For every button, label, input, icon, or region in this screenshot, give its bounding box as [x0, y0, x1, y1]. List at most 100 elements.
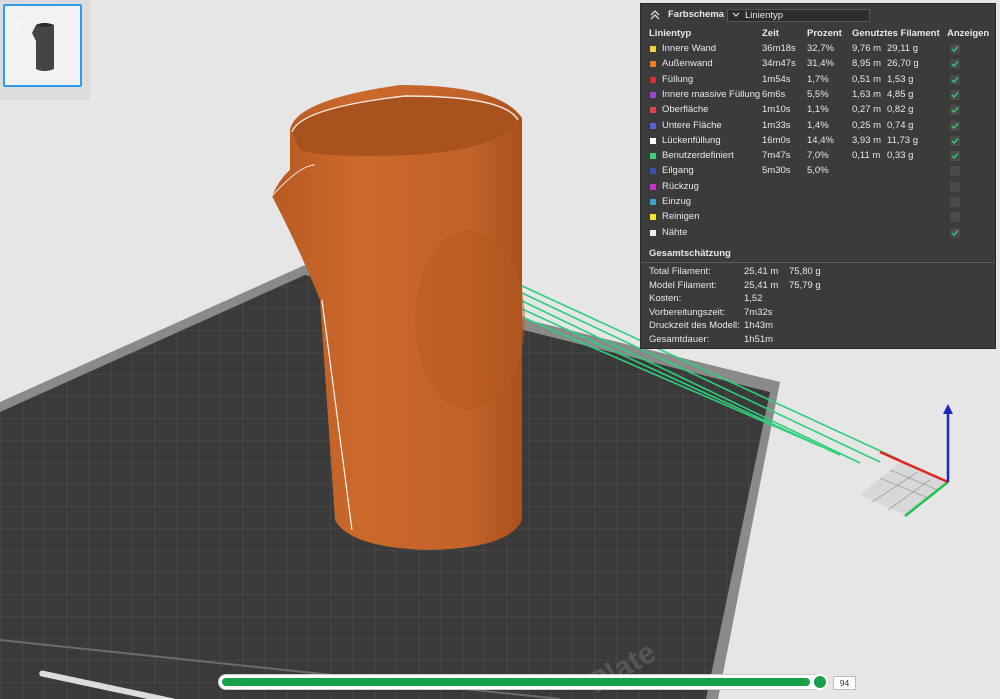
summary-value-1: 7m32s [744, 306, 773, 318]
linetype-grams: 0,82 g [887, 104, 914, 116]
linetype-time: 5m30s [762, 165, 791, 177]
summary-value-1: 1h51m [744, 334, 774, 345]
linetype-meters: 0,51 m [852, 73, 882, 85]
linetype-percent: 14,4% [807, 134, 834, 146]
color-swatch [650, 122, 656, 129]
linetype-name: Innere massive Füllung [662, 88, 761, 100]
linetype-grams: 4,85 g [887, 88, 914, 100]
summary-label: Gesamtdauer: [649, 334, 710, 345]
show-checkbox[interactable] [950, 105, 960, 116]
show-checkbox[interactable] [950, 74, 960, 85]
checkmark-icon [951, 122, 959, 129]
summary-value-1: 25,41 m [744, 279, 779, 291]
linetype-percent: 1,4% [807, 119, 829, 131]
color-swatch [650, 183, 656, 190]
show-checkbox[interactable] [950, 212, 960, 223]
linetype-grams: 0,74 g [887, 119, 914, 131]
linetype-time: 34m47s [762, 58, 796, 70]
checkmark-icon [951, 76, 959, 83]
thumbnail-model-icon [32, 23, 54, 71]
linetype-percent: 32,7% [807, 43, 834, 54]
summary-value-2: 75,79 g [789, 279, 821, 291]
color-swatch [650, 214, 656, 221]
linetype-grams: 26,70 g [887, 58, 919, 70]
linetype-time: 36m18s [762, 43, 796, 54]
color-scheme-dropdown[interactable]: Linientyp [727, 9, 870, 22]
linetype-time: 1m54s [762, 73, 791, 85]
legend-row: Innere Wand 36m18s 32,7% 9,76 m 29,11 g [641, 42, 995, 57]
summary-value-1: 1,52 [744, 293, 763, 305]
linetype-name: Einzug [662, 196, 692, 207]
linetype-name: Untere Fläche [662, 119, 722, 131]
legend-row: Untere Fläche 1m33s 1,4% 0,25 m 0,74 g [641, 119, 995, 134]
color-swatch [650, 153, 656, 160]
color-swatch [650, 76, 656, 83]
layer-slider-value: 94 [833, 676, 856, 690]
show-checkbox[interactable] [950, 151, 960, 162]
linetype-percent: 1,7% [807, 73, 829, 85]
color-swatch [650, 46, 656, 52]
color-swatch [650, 199, 656, 205]
linetype-grams: 29,11 g [887, 43, 918, 54]
linetype-name: Reinigen [662, 211, 700, 223]
checkmark-icon [951, 46, 959, 53]
summary-value-2: 75,80 g [789, 266, 821, 277]
linetype-name: Lückenfüllung [662, 134, 721, 146]
legend-row: Füllung 1m54s 1,7% 0,51 m 1,53 g [641, 73, 995, 88]
summary-divider [641, 262, 995, 263]
plate-thumbnail[interactable]: 1 [3, 4, 82, 87]
legend-row: Oberfläche 1m10s 1,1% 0,27 m 0,82 g [641, 103, 995, 118]
linetype-time: 1m33s [762, 119, 791, 131]
legend-row: Eilgang 5m30s 5,0% [641, 164, 995, 179]
summary-label: Druckzeit des Modell: [649, 320, 740, 332]
color-swatch [650, 229, 656, 236]
legend-row: Rückzug [641, 180, 995, 195]
linetype-meters: 3,93 m [852, 134, 882, 146]
linetype-meters: 9,76 m [852, 43, 882, 54]
show-checkbox[interactable] [950, 135, 960, 146]
linetype-name: Außenwand [662, 58, 713, 70]
show-checkbox[interactable] [950, 59, 960, 70]
checkmark-icon [951, 153, 959, 160]
linetype-meters: 8,95 m [852, 58, 882, 70]
color-swatch [650, 107, 656, 114]
summary-value-1: 25,41 m [744, 266, 779, 277]
color-scheme-title: Farbschema [668, 9, 724, 20]
color-swatch [650, 168, 656, 175]
color-swatch [650, 61, 656, 68]
col-header-percent: Prozent [807, 28, 842, 39]
show-checkbox[interactable] [950, 89, 960, 100]
linetype-percent: 5,5% [807, 88, 829, 100]
linetype-percent: 31,4% [807, 58, 834, 70]
show-checkbox[interactable] [950, 181, 960, 192]
show-checkbox[interactable] [950, 166, 960, 177]
linetype-percent: 1,1% [807, 104, 829, 116]
checkmark-icon [951, 137, 959, 144]
linetype-time: 7m47s [762, 150, 791, 162]
summary-title: Gesamtschätzung [649, 248, 731, 259]
linetype-grams: 11,73 g [887, 134, 918, 146]
summary-value-1: 1h43m [744, 320, 774, 332]
show-checkbox[interactable] [950, 197, 960, 207]
col-header-linetype: Linientyp [649, 28, 692, 39]
legend-panel: Farbschema Linientyp Linientyp Zeit Proz… [640, 3, 996, 349]
summary-row: Gesamtdauer: 1h51m [641, 333, 995, 348]
linetype-meters: 0,27 m [852, 104, 882, 116]
show-checkbox[interactable] [950, 227, 960, 238]
linetype-grams: 1,53 g [887, 73, 914, 85]
summary-label: Kosten: [649, 293, 682, 305]
linetype-time: 1m10s [762, 104, 791, 116]
layer-slider-track[interactable] [218, 674, 827, 690]
summary-label: Vorbereitungszeit: [649, 306, 726, 318]
legend-row: Benutzerdefiniert 7m47s 7,0% 0,11 m 0,33 g [641, 149, 995, 164]
linetype-time: 16m0s [762, 134, 791, 146]
legend-row: Nähte [641, 226, 995, 241]
color-scheme-value: Linientyp [745, 10, 784, 21]
show-checkbox[interactable] [950, 44, 960, 54]
chevron-down-icon [732, 12, 740, 17]
collapse-icon[interactable] [649, 9, 661, 21]
layer-slider-handle[interactable] [812, 674, 828, 690]
show-checkbox[interactable] [950, 120, 960, 131]
summary-label: Total Filament: [649, 266, 711, 277]
linetype-percent: 7,0% [807, 150, 829, 162]
